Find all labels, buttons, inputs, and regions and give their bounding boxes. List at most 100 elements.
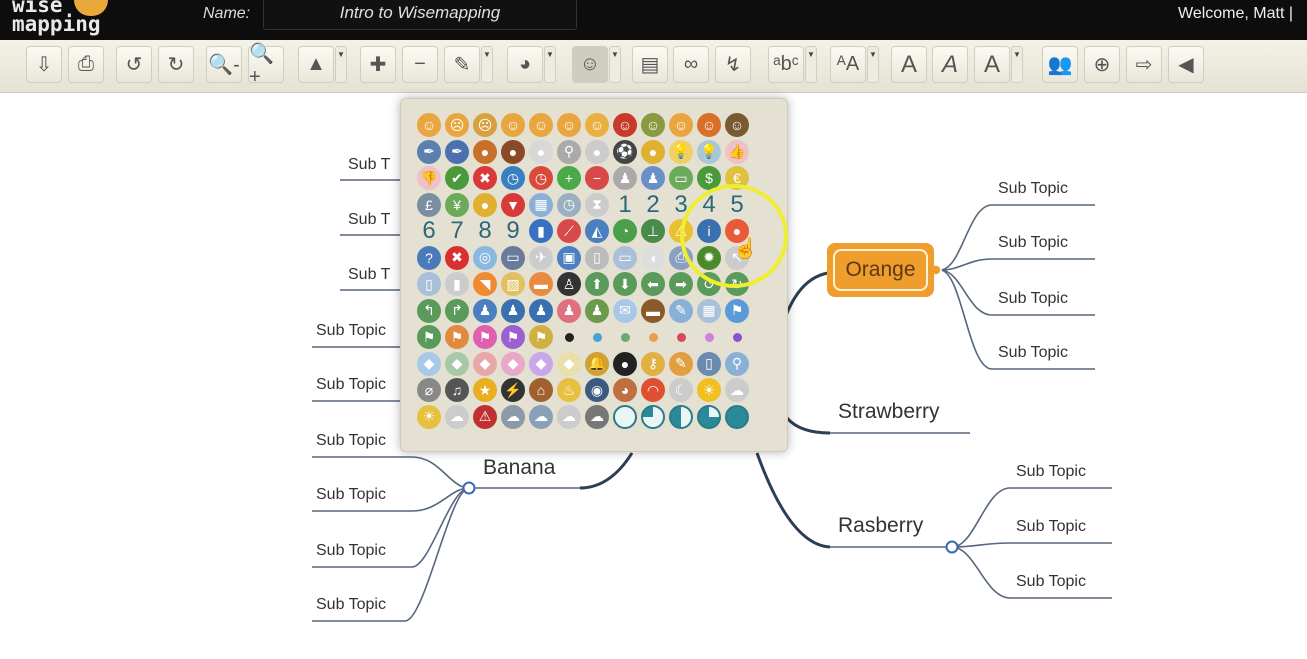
page-edit-icon[interactable]: ✎ <box>669 298 693 323</box>
face-plain-icon[interactable]: ☺ <box>417 113 441 137</box>
subtopic-label[interactable]: Sub Topic <box>998 290 1068 308</box>
weather-clouds-icon[interactable]: ☁ <box>445 404 469 429</box>
money-icon[interactable]: ▭ <box>669 166 693 190</box>
topic-banana[interactable]: Banana <box>483 456 555 480</box>
dot-red-icon[interactable] <box>669 325 693 349</box>
image-edit-icon[interactable]: ▨ <box>501 272 525 296</box>
weather-warning-icon[interactable]: ⚠ <box>473 404 497 429</box>
users-icon[interactable]: ♟ <box>473 298 497 323</box>
face-glasses-icon[interactable]: ☺ <box>641 113 665 137</box>
weather-rain-icon[interactable]: ☁ <box>529 404 553 429</box>
subtopic-label[interactable]: Sub Topic <box>316 322 386 340</box>
add-green-icon[interactable]: + <box>557 166 581 190</box>
subtopic-label[interactable]: Sub Topic <box>998 180 1068 198</box>
add-topic-button[interactable]: ✚ <box>360 46 396 83</box>
flag-blue-icon[interactable]: ⚑ <box>725 298 749 323</box>
font-size-button[interactable]: ᴬA <box>830 46 866 83</box>
page-icon[interactable]: ▯ <box>417 272 441 296</box>
music-icon[interactable]: ♫ <box>445 378 469 402</box>
weather-lightning-icon[interactable]: ☁ <box>585 404 609 429</box>
arrow-up-icon[interactable]: ⬆ <box>585 272 609 296</box>
keyboard-icon[interactable]: ▭ <box>613 245 637 270</box>
flag-orange-icon[interactable]: ⚑ <box>445 325 469 349</box>
arrow-right-icon[interactable]: ➡ <box>669 272 693 296</box>
tag-red-icon[interactable]: ◆ <box>473 351 497 376</box>
user-blue-icon[interactable]: ♟ <box>641 166 665 190</box>
turn-left-icon[interactable]: ↰ <box>417 298 441 323</box>
subtopic-label[interactable]: Sub Topic <box>1016 518 1086 536</box>
face-surprised-icon[interactable]: ☺ <box>529 113 553 137</box>
topic-note-button[interactable]: ▤ <box>632 46 668 83</box>
topic-rasberry[interactable]: Rasberry <box>838 514 923 538</box>
font-color-dropdown[interactable]: ▼ <box>1011 46 1023 83</box>
topic-orange[interactable]: Orange <box>827 243 934 297</box>
bulb-on-icon[interactable]: 💡 <box>669 139 693 164</box>
face-crying-icon[interactable]: ☹ <box>473 113 497 137</box>
paperclip-icon[interactable]: ⌀ <box>417 378 441 402</box>
progress-75-icon[interactable] <box>697 404 721 429</box>
number-1-icon[interactable]: 1 <box>613 191 637 218</box>
key-icon[interactable]: ⚷ <box>641 351 665 376</box>
error-icon[interactable]: ✖ <box>445 245 469 270</box>
user-green-icon[interactable]: ♟ <box>585 298 609 323</box>
history-button[interactable]: ⇨ <box>1126 46 1162 83</box>
tennis-ball-icon[interactable]: ● <box>641 139 665 164</box>
thumb-up-icon[interactable]: 👍 <box>725 139 749 164</box>
palette-icon[interactable]: ◕ <box>613 378 637 402</box>
gamepad-icon[interactable]: ✈ <box>529 245 553 270</box>
magnifier-icon[interactable]: ⚲ <box>725 351 749 376</box>
football-icon[interactable]: ● <box>501 139 525 164</box>
arrow-down-icon[interactable]: ⬇ <box>613 272 637 296</box>
cloud-icon[interactable]: ☁ <box>725 378 749 402</box>
subtopic-label[interactable]: Sub Topic <box>1016 573 1086 591</box>
chart-line-icon[interactable]: ⟋ <box>557 219 581 243</box>
arrow-left-icon[interactable]: ⬅ <box>641 272 665 296</box>
coins-icon[interactable]: ● <box>473 192 497 217</box>
subtopic-label[interactable]: Sub Topic <box>316 432 386 450</box>
chart-bar-icon[interactable]: ▮ <box>529 219 553 243</box>
user-female-icon[interactable]: ♟ <box>557 298 581 323</box>
font-color-button[interactable]: A <box>974 46 1010 83</box>
pingpong-icon[interactable]: ● <box>585 139 609 164</box>
dot-green-icon[interactable] <box>613 325 637 349</box>
ipod-icon[interactable]: ▯ <box>585 245 609 270</box>
topic-shape-button[interactable]: ▲ <box>298 46 334 83</box>
weather-sun-cloud-icon[interactable]: ☀ <box>417 404 441 429</box>
pencil-icon[interactable]: ✎ <box>669 351 693 376</box>
share-button[interactable]: 👥 <box>1042 46 1078 83</box>
subtopic-label[interactable]: Sub Topic <box>316 486 386 504</box>
font-family-button[interactable]: ᵃbᶜ <box>768 46 804 83</box>
relationship-button[interactable]: ↯ <box>715 46 751 83</box>
thumb-down-icon[interactable]: 👎 <box>417 166 441 190</box>
user-icon[interactable]: ♟ <box>501 298 525 323</box>
tag-blue-icon[interactable]: ◆ <box>417 351 441 376</box>
subtopic-label[interactable]: Sub Topic <box>998 344 1068 362</box>
dot-blue-icon[interactable] <box>585 325 609 349</box>
user-gray-icon[interactable]: ♟ <box>613 166 637 190</box>
face-monkey-icon[interactable]: ☺ <box>725 113 749 137</box>
logo[interactable]: wise mapping <box>12 0 101 35</box>
bulb-off-icon[interactable]: 💡 <box>697 139 721 164</box>
zoom-out-button[interactable]: 🔍- <box>206 46 242 83</box>
number-8-icon[interactable]: 8 <box>473 217 497 244</box>
calendar-icon[interactable]: ▦ <box>529 192 553 217</box>
dot-purple-icon[interactable] <box>725 325 749 349</box>
camera-icon[interactable]: ◉ <box>585 378 609 402</box>
pound-icon[interactable]: £ <box>417 192 441 217</box>
user-male-icon[interactable]: ♟ <box>529 298 553 323</box>
star-icon[interactable]: ★ <box>473 378 497 402</box>
moon-icon[interactable]: ☾ <box>669 378 693 402</box>
phone-icon[interactable]: ▯ <box>697 351 721 376</box>
golfball-icon[interactable]: ● <box>529 139 553 164</box>
number-9-icon[interactable]: 9 <box>501 217 525 244</box>
face-sad-icon[interactable]: ☹ <box>445 113 469 137</box>
clock-red-icon[interactable]: ◷ <box>529 166 553 190</box>
table-icon[interactable]: ▦ <box>697 298 721 323</box>
subtopic-label[interactable]: Sub Topic <box>316 542 386 560</box>
dot-black-icon[interactable] <box>557 325 581 349</box>
help-icon[interactable]: ? <box>417 245 441 270</box>
tag-green-icon[interactable]: ◆ <box>445 351 469 376</box>
rss-icon[interactable]: ◥ <box>473 272 497 296</box>
check-icon[interactable]: ✔ <box>445 166 469 190</box>
cd-icon[interactable]: ◎ <box>473 245 497 270</box>
